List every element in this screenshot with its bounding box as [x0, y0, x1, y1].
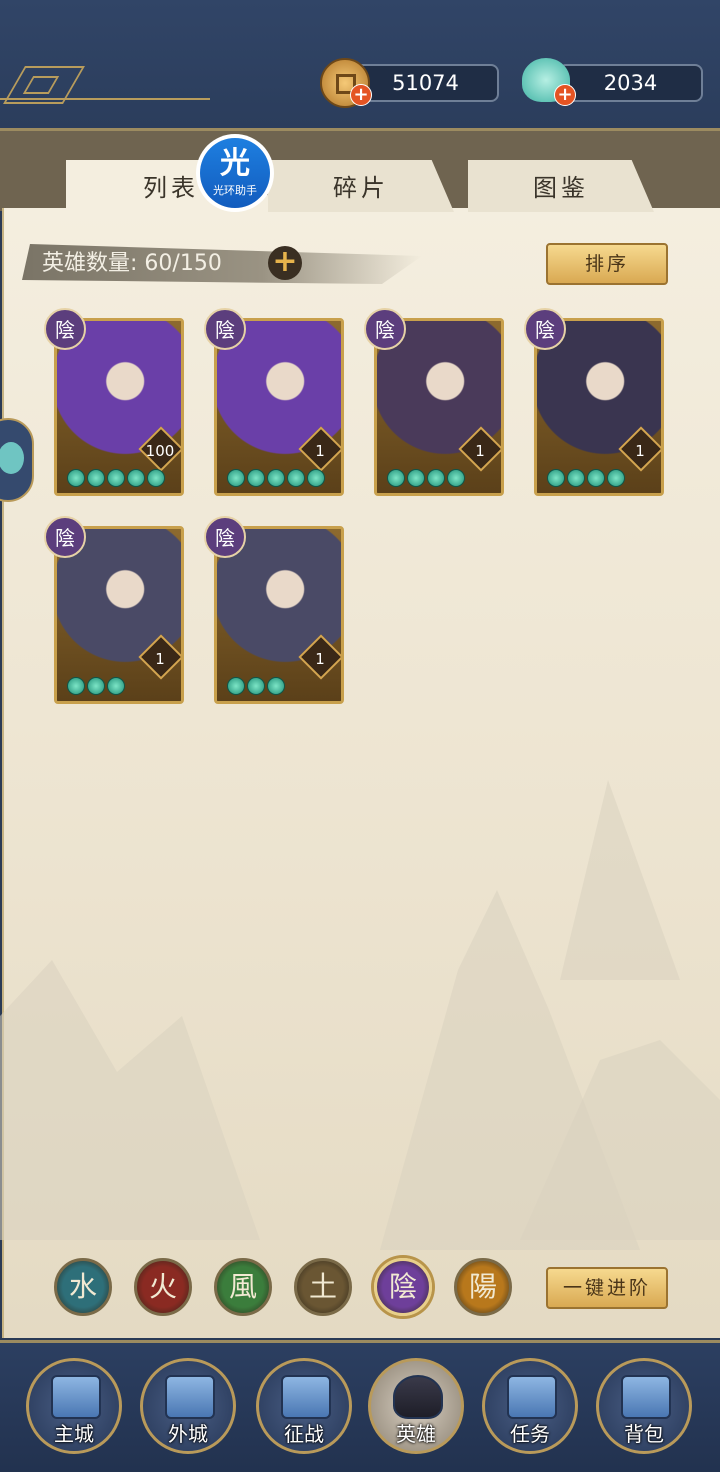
nav-building-icon — [507, 1375, 557, 1419]
hero-level: 1 — [315, 442, 325, 460]
jade-star-icon — [587, 469, 605, 487]
jade-star-icon — [607, 469, 625, 487]
nav-item-2[interactable]: 征战 — [256, 1358, 352, 1454]
jade-star-icon — [567, 469, 585, 487]
jade-star-icon — [107, 469, 125, 487]
jade-star-icon — [287, 469, 305, 487]
side-float-button[interactable] — [0, 418, 34, 502]
jade-star-icon — [67, 469, 85, 487]
hero-element-badge: 陰 — [204, 516, 246, 558]
hero-stars — [227, 677, 285, 695]
ornament-line — [0, 98, 210, 100]
jade-star-icon — [387, 469, 405, 487]
hero-stars — [387, 469, 465, 487]
hero-count-label: 英雄数量: — [42, 251, 138, 276]
jade-star-icon — [87, 469, 105, 487]
hero-element-badge: 陰 — [364, 308, 406, 350]
nav-label: 英雄 — [396, 1422, 436, 1446]
hero-element-badge: 陰 — [524, 308, 566, 350]
jade-star-icon — [67, 677, 85, 695]
guanghuan-assistant-badge[interactable]: 光 光环助手 — [196, 134, 274, 212]
element-filter-0[interactable]: 水 — [54, 1258, 112, 1316]
element-filter-5[interactable]: 陽 — [454, 1258, 512, 1316]
badge-label: 光环助手 — [213, 184, 257, 197]
jade-star-icon — [147, 469, 165, 487]
nav-label: 背包 — [624, 1422, 664, 1446]
nav-item-0[interactable]: 主城 — [26, 1358, 122, 1454]
hero-count-value: 60/150 — [144, 251, 222, 276]
nav-item-3[interactable]: 英雄 — [368, 1358, 464, 1454]
add-jade-button[interactable]: + — [554, 84, 576, 106]
hero-level: 1 — [635, 442, 645, 460]
hero-count: 英雄数量: 60/150 — [42, 247, 222, 281]
nav-item-1[interactable]: 外城 — [140, 1358, 236, 1454]
jade-star-icon — [87, 677, 105, 695]
expand-capacity-button[interactable]: + — [268, 246, 302, 280]
nav-item-4[interactable]: 任务 — [482, 1358, 578, 1454]
nav-label: 外城 — [168, 1422, 208, 1446]
jade-star-icon — [307, 469, 325, 487]
hero-stars — [67, 677, 125, 695]
jade-star-icon — [447, 469, 465, 487]
jade-star-icon — [107, 677, 125, 695]
hero-stars — [547, 469, 625, 487]
hero-level: 1 — [315, 650, 325, 668]
jade-star-icon — [547, 469, 565, 487]
element-filter-2[interactable]: 風 — [214, 1258, 272, 1316]
jade-star-icon — [247, 469, 265, 487]
nav-item-5[interactable]: 背包 — [596, 1358, 692, 1454]
gold-counter: 51074 — [352, 64, 499, 102]
jade-counter: 2034 — [558, 64, 703, 102]
badge-glyph: 光 — [220, 146, 250, 181]
element-filter-1[interactable]: 火 — [134, 1258, 192, 1316]
element-filter-3[interactable]: 土 — [294, 1258, 352, 1316]
nav-label: 征战 — [284, 1422, 324, 1446]
hero-level: 1 — [155, 650, 165, 668]
jade-star-icon — [127, 469, 145, 487]
hero-element-badge: 陰 — [204, 308, 246, 350]
jade-star-icon — [227, 677, 245, 695]
nav-label: 任务 — [510, 1422, 550, 1446]
jade-star-icon — [267, 677, 285, 695]
sort-button[interactable]: 排序 — [546, 243, 668, 285]
nav-building-icon — [165, 1375, 215, 1419]
nav-building-icon — [621, 1375, 671, 1419]
tab-collection[interactable]: 图鉴 — [468, 160, 654, 212]
hero-stars — [67, 469, 165, 487]
nav-building-icon — [393, 1375, 443, 1419]
jade-star-icon — [247, 677, 265, 695]
nav-building-icon — [51, 1375, 101, 1419]
one-click-advance-button[interactable]: 一键进阶 — [546, 1267, 668, 1309]
element-filter-4[interactable]: 陰 — [374, 1258, 432, 1316]
hero-element-badge: 陰 — [44, 308, 86, 350]
jade-star-icon — [267, 469, 285, 487]
hero-element-badge: 陰 — [44, 516, 86, 558]
nav-building-icon — [281, 1375, 331, 1419]
nav-label: 主城 — [54, 1422, 94, 1446]
tab-fragments[interactable]: 碎片 — [268, 160, 454, 212]
jade-star-icon — [227, 469, 245, 487]
add-gold-button[interactable]: + — [350, 84, 372, 106]
hero-level: 1 — [475, 442, 485, 460]
jade-star-icon — [427, 469, 445, 487]
hero-stars — [227, 469, 325, 487]
jade-star-icon — [407, 469, 425, 487]
hero-level: 100 — [145, 442, 175, 460]
